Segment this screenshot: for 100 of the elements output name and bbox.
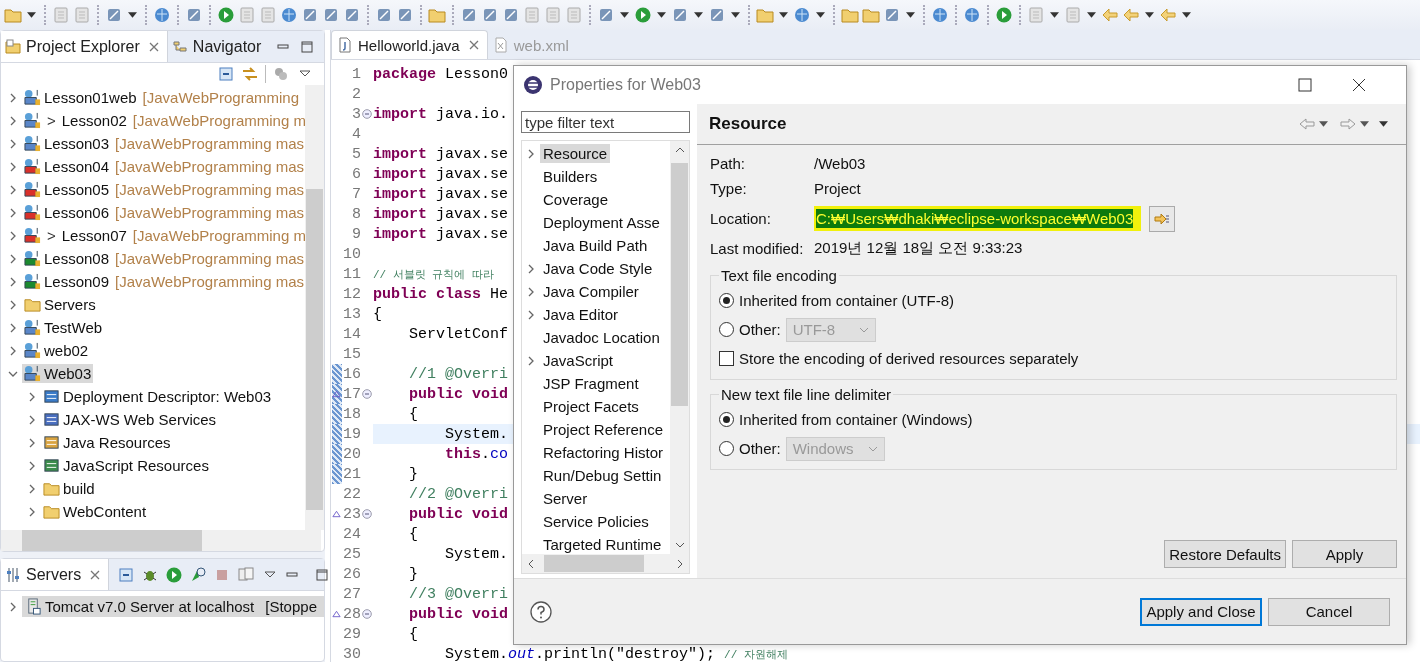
page-item[interactable]: Deployment Asse: [540, 213, 663, 232]
link-arrows-icon[interactable]: [241, 65, 259, 83]
tree-item[interactable]: Java Resources: [41, 433, 173, 452]
view-tab[interactable]: Servers: [1, 559, 110, 590]
server-item[interactable]: Tomcat v7.0 Server at localhost [Stoppe: [22, 596, 324, 617]
fold-icon[interactable]: [362, 509, 372, 519]
caret-icon[interactable]: [1145, 12, 1154, 18]
page-item[interactable]: Javadoc Location: [540, 328, 663, 347]
chevron-icon[interactable]: [27, 483, 37, 494]
chevron-icon[interactable]: [526, 148, 536, 159]
chevron-icon[interactable]: [27, 506, 37, 517]
collapse-all-icon[interactable]: [217, 65, 235, 83]
caret-icon[interactable]: [779, 12, 788, 18]
page-item[interactable]: Run/Debug Settin: [540, 466, 665, 485]
page-item[interactable]: Targeted Runtime: [540, 535, 665, 554]
fold-icon[interactable]: [362, 609, 372, 619]
page-item[interactable]: JSP Fragment: [540, 374, 642, 393]
chevron-icon[interactable]: [8, 230, 18, 241]
fold-icon[interactable]: [362, 389, 372, 399]
scrollbar[interactable]: [305, 85, 324, 530]
chevron-icon[interactable]: [27, 437, 37, 448]
option-label[interactable]: Inherited from container (Windows): [739, 411, 973, 428]
page-item[interactable]: Refactoring Histor: [540, 443, 667, 462]
caret-icon[interactable]: [1087, 12, 1096, 18]
tree-item[interactable]: Lesson04: [22, 157, 112, 176]
chevron-icon[interactable]: [8, 138, 18, 149]
scroll-right-icon[interactable]: [677, 558, 683, 569]
view-menu-icon[interactable]: [1379, 121, 1388, 127]
chevron-icon[interactable]: [8, 345, 18, 356]
chevron-icon[interactable]: [8, 207, 18, 218]
caret-icon[interactable]: [1360, 121, 1369, 127]
radio-button[interactable]: [719, 441, 734, 456]
chevron-icon[interactable]: [27, 414, 37, 425]
tree-item[interactable]: > Lesson02: [22, 111, 129, 130]
tree-item[interactable]: Lesson01web: [22, 88, 139, 107]
radio-button[interactable]: [719, 293, 734, 308]
tree-item[interactable]: TestWeb: [22, 318, 105, 337]
run-icon[interactable]: [165, 565, 184, 584]
chevron-icon[interactable]: [526, 309, 536, 320]
chevron-icon[interactable]: [526, 263, 536, 274]
dialog-button[interactable]: Restore Defaults: [1164, 540, 1286, 568]
option-label[interactable]: Other:: [739, 321, 781, 338]
collapse-all-icon[interactable]: [117, 565, 136, 584]
view-tab[interactable]: Project Explorer: [1, 31, 168, 62]
tree-item[interactable]: Deployment Descriptor: Web03: [41, 387, 274, 406]
dialog-button[interactable]: Apply: [1292, 540, 1397, 568]
radio-button[interactable]: [719, 412, 734, 427]
chevron-icon[interactable]: [8, 276, 18, 287]
chevron-icon[interactable]: [8, 299, 18, 310]
chevron-icon[interactable]: [8, 92, 18, 103]
dialog-button[interactable]: Cancel: [1268, 597, 1390, 626]
page-item[interactable]: Java Compiler: [540, 282, 642, 301]
scroll-up-icon[interactable]: [674, 147, 685, 153]
checkbox-label[interactable]: Store the encoding of derived resources separately: [739, 350, 1079, 367]
caret-icon[interactable]: [1319, 121, 1328, 127]
caret-icon[interactable]: [816, 12, 825, 18]
page-item[interactable]: Coverage: [540, 190, 612, 209]
maximize-icon[interactable]: [315, 567, 330, 582]
chevron-icon[interactable]: [8, 322, 18, 333]
resume-icon[interactable]: [217, 6, 235, 24]
page-item[interactable]: Server: [540, 489, 591, 508]
tree-item[interactable]: > Lesson07: [22, 226, 129, 245]
tree-item[interactable]: Web03: [22, 364, 94, 383]
caret-icon[interactable]: [27, 12, 36, 18]
run-icon[interactable]: [634, 6, 652, 24]
page-item[interactable]: Resource: [540, 144, 611, 163]
option-label[interactable]: Inherited from container (UTF-8): [739, 292, 955, 309]
page-item[interactable]: Service Policies: [540, 512, 652, 531]
page-item[interactable]: Java Editor: [540, 305, 622, 324]
scroll-down-icon[interactable]: [674, 542, 685, 548]
view-tab[interactable]: Navigator: [167, 31, 270, 62]
filter-field[interactable]: type filter text: [521, 111, 690, 133]
page-item[interactable]: Java Code Style: [540, 259, 656, 278]
tree-item[interactable]: JavaScript Resources: [41, 456, 211, 475]
chevron-icon[interactable]: [8, 115, 18, 126]
checkbox[interactable]: [719, 351, 734, 366]
caret-icon[interactable]: [128, 12, 137, 18]
page-item[interactable]: Builders: [540, 167, 601, 186]
tree-item[interactable]: Lesson06: [22, 203, 112, 222]
caret-icon[interactable]: [731, 12, 740, 18]
page-item[interactable]: Project Reference: [540, 420, 667, 439]
tree-item[interactable]: Lesson05: [22, 180, 112, 199]
fold-icon[interactable]: [362, 109, 372, 119]
scrollbar[interactable]: [1, 530, 321, 551]
tree-item[interactable]: build: [41, 479, 97, 498]
caret-icon[interactable]: [1182, 12, 1191, 18]
chevron-icon[interactable]: [526, 286, 536, 297]
caret-icon[interactable]: [694, 12, 703, 18]
chevron-icon[interactable]: [8, 601, 18, 612]
scrollbar[interactable]: [522, 554, 689, 573]
caret-icon[interactable]: [620, 12, 629, 18]
dialog-button[interactable]: Apply and Close: [1140, 597, 1262, 626]
tree-item[interactable]: Lesson03: [22, 134, 112, 153]
scroll-left-icon[interactable]: [528, 558, 534, 569]
tree-item[interactable]: JAX-WS Web Services: [41, 410, 219, 429]
chevron-icon[interactable]: [526, 355, 536, 366]
chevron-icon[interactable]: [8, 253, 18, 264]
option-label[interactable]: Other:: [739, 440, 781, 457]
close-icon[interactable]: [1352, 78, 1366, 92]
page-item[interactable]: Java Build Path: [540, 236, 651, 255]
